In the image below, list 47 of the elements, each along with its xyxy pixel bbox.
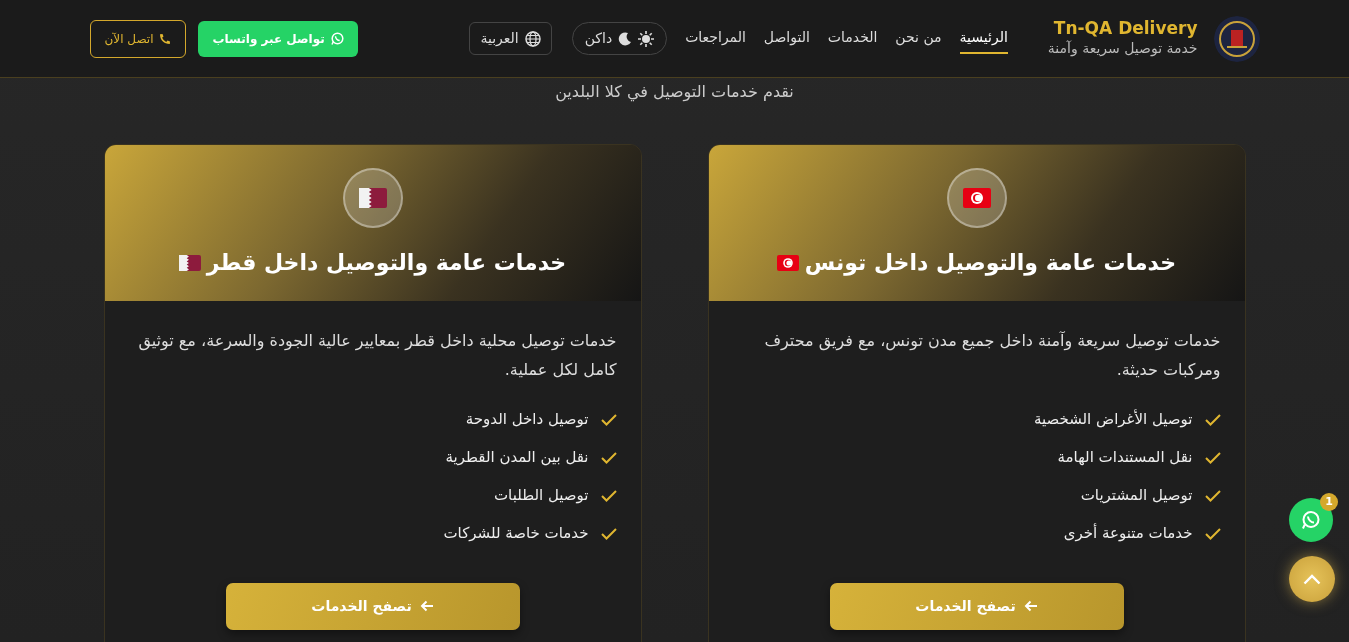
feature-text: نقل بين المدن القطرية	[445, 447, 589, 469]
feature-text: خدمات متنوعة أخرى	[1063, 522, 1193, 545]
section-subtitle: نقدم خدمات التوصيل في كلا البلدين	[554, 81, 795, 104]
check-icon	[600, 527, 617, 540]
language-button[interactable]: العربية	[469, 22, 552, 55]
arrow-icon	[419, 600, 434, 613]
call-button[interactable]: اتصل الآن	[89, 19, 187, 58]
logo-icon	[1213, 15, 1260, 62]
card-description: خدمات توصيل محلية داخل قطر بمعايير عالية الجودة والسرعة، مع توثيق كامل لكل عملية.	[137, 330, 617, 381]
check-icon	[1204, 527, 1221, 540]
flag-icon	[358, 188, 387, 208]
check-icon	[600, 413, 617, 426]
nav-link[interactable]: الرئيسية	[959, 23, 1008, 54]
card-title: خدمات عامة والتوصيل داخل تونس	[804, 249, 1177, 278]
feature-text: توصيل داخل الدوحة	[465, 409, 589, 431]
nav-link[interactable]: من نحن	[895, 23, 942, 54]
check-icon	[1204, 451, 1221, 464]
moon-icon	[618, 31, 633, 46]
arrow-icon	[1023, 600, 1038, 613]
flag-icon	[962, 188, 991, 208]
whatsapp-icon	[1301, 510, 1321, 530]
scroll-top-button[interactable]	[1289, 556, 1335, 602]
chevron-up-icon	[1303, 573, 1321, 585]
sun-icon	[638, 30, 655, 47]
floating-whatsapp-button[interactable]	[1289, 498, 1333, 542]
card-description: خدمات توصيل سريعة وآمنة داخل جميع مدن تونس، مع فريق محترف ومركبات حديثة.	[763, 330, 1221, 382]
phone-icon	[159, 32, 172, 45]
check-icon	[1204, 413, 1221, 426]
check-icon	[600, 451, 617, 464]
check-icon	[1204, 489, 1221, 502]
check-icon	[600, 489, 617, 502]
flag-icon	[178, 254, 201, 271]
feature-text: خدمات خاصة للشركات	[443, 523, 589, 545]
brand-tagline: خدمة توصيل سريعة وآمنة	[1047, 39, 1198, 59]
feature-text: توصيل الطلبات	[493, 485, 589, 507]
card-title: خدمات عامة والتوصيل داخل قطر	[206, 249, 567, 278]
flag-icon	[776, 254, 799, 271]
notification-badge: 1	[1320, 493, 1338, 511]
globe-icon	[524, 30, 541, 47]
feature-text: توصيل المشتريات	[1080, 485, 1193, 507]
nav-link[interactable]: المراجعات	[685, 23, 746, 54]
whatsapp-icon	[330, 32, 344, 45]
feature-text: نقل المستندات الهامة	[1057, 447, 1193, 469]
nav-link[interactable]: التواصل	[763, 23, 810, 54]
nav-link[interactable]: الخدمات	[827, 23, 878, 54]
brand-title: Tn-QA Delivery	[1053, 17, 1198, 39]
feature-text: توصيل الأغراض الشخصية	[1033, 408, 1193, 431]
